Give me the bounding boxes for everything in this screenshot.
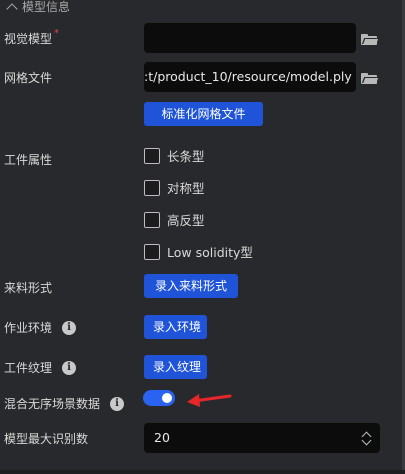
spinbox-value: 20 bbox=[154, 430, 170, 445]
checkbox-box[interactable] bbox=[144, 243, 160, 260]
feed-form-label: 来料形式 bbox=[4, 281, 53, 295]
required-asterisk: * bbox=[54, 28, 60, 39]
panel-bottom-edge bbox=[0, 470, 405, 474]
mesh-file-label: 网格文件 bbox=[4, 71, 53, 85]
info-icon[interactable]: i bbox=[62, 360, 77, 375]
checkbox-low-solidity[interactable]: Low solidity型 bbox=[144, 242, 253, 261]
folder-icon[interactable] bbox=[361, 73, 379, 84]
toggle-knob bbox=[162, 393, 172, 403]
max-recognition-label: 模型最大识别数 bbox=[4, 432, 89, 446]
info-icon[interactable]: i bbox=[62, 320, 77, 335]
enter-texture-button[interactable]: 录入纹理 bbox=[144, 355, 207, 379]
red-arrow-annotation bbox=[187, 394, 232, 407]
checkbox-symmetric[interactable]: 对称型 bbox=[144, 178, 205, 197]
enter-feed-form-button[interactable]: 录入来料形式 bbox=[144, 274, 238, 298]
folder-icon[interactable] bbox=[361, 34, 379, 45]
section-title: 模型信息 bbox=[22, 0, 71, 14]
checkbox-box[interactable] bbox=[144, 179, 160, 196]
work-env-label: 作业环境 i bbox=[4, 319, 77, 336]
checkbox-box[interactable] bbox=[144, 147, 160, 164]
work-texture-label: 工件纹理 i bbox=[4, 359, 77, 376]
mixed-data-label: 混合无序场景数据 i bbox=[4, 395, 125, 412]
normalize-mesh-button[interactable]: 标准化网格文件 bbox=[144, 102, 263, 126]
visual-model-label: 视觉模型 * bbox=[4, 28, 60, 46]
visual-model-input[interactable] bbox=[144, 23, 356, 53]
checkbox-box[interactable] bbox=[144, 211, 160, 228]
enter-environment-button[interactable]: 录入环境 bbox=[144, 315, 207, 339]
mixed-data-toggle[interactable] bbox=[143, 390, 175, 406]
section-header[interactable]: 模型信息 bbox=[6, 0, 71, 15]
info-icon[interactable]: i bbox=[110, 396, 125, 411]
max-recognition-spinbox[interactable]: 20 bbox=[144, 423, 380, 453]
workpiece-props-label: 工件属性 bbox=[4, 153, 53, 167]
chevron-up-icon[interactable] bbox=[6, 2, 18, 15]
checkbox-high-reflective[interactable]: 高反型 bbox=[144, 210, 205, 229]
mesh-file-input[interactable]: :t/product_10/resource/model.ply bbox=[144, 62, 356, 92]
checkbox-elongated[interactable]: 长条型 bbox=[144, 146, 205, 165]
